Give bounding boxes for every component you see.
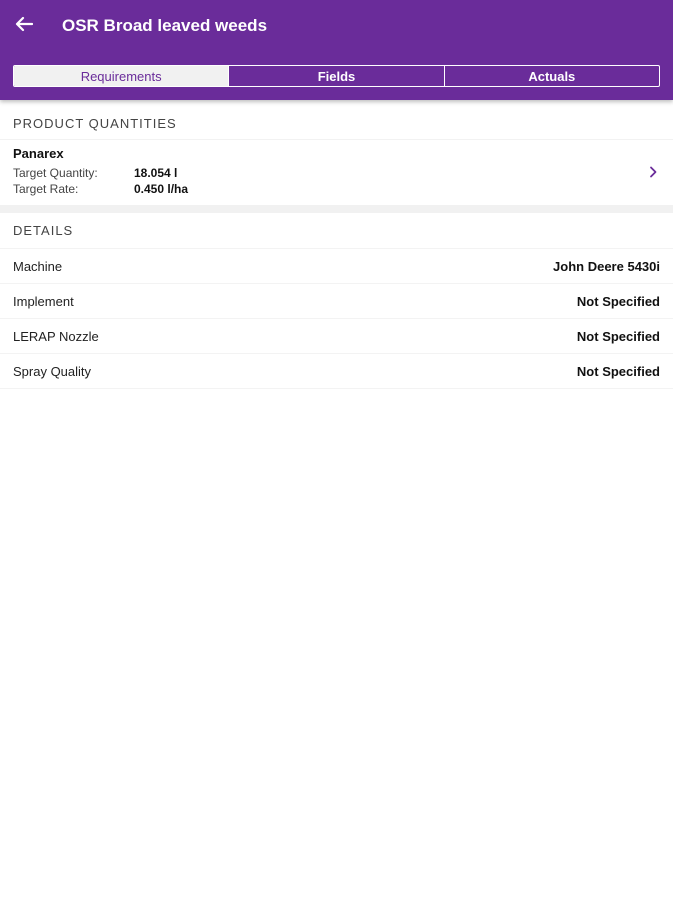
app-screen: OSR Broad leaved weeds Requirements Fiel… [0,0,673,900]
detail-row-spray-quality: Spray Quality Not Specified [0,353,673,389]
back-button[interactable] [0,0,48,52]
chevron-right-icon [646,166,660,178]
detail-value: Not Specified [576,293,660,309]
page-title: OSR Broad leaved weeds [62,16,268,35]
detail-value: Not Specified [576,328,660,344]
detail-value: Not Specified [576,363,660,379]
section-divider [0,205,673,213]
target-rate-value: 0.450 l/ha [134,182,189,196]
target-rate-row: Target Rate: 0.450 l/ha [13,181,646,197]
app-header: OSR Broad leaved weeds Requirements Fiel… [0,0,673,100]
tab-actuals[interactable]: Actuals [443,66,659,86]
detail-label: Spray Quality [13,363,92,379]
detail-label: LERAP Nozzle [13,328,99,344]
product-name: Panarex [13,146,64,161]
detail-label: Implement [13,293,74,309]
detail-row-machine: Machine John Deere 5430i [0,248,673,283]
product-quantities-header: PRODUCT QUANTITIES [13,116,177,131]
details-section: DETAILS Machine John Deere 5430i Impleme… [0,213,673,389]
tab-requirements[interactable]: Requirements [14,66,229,86]
detail-row-lerap-nozzle: LERAP Nozzle Not Specified [0,318,673,353]
target-quantity-value: 18.054 l [134,166,178,180]
details-header: DETAILS [13,223,74,238]
main-content: PRODUCT QUANTITIES Panarex Target Quanti… [0,100,673,389]
product-info: Panarex Target Quantity: 18.054 l Target… [13,146,646,197]
arrow-left-icon [15,16,34,37]
tab-bar: Requirements Fields Actuals [13,65,660,87]
top-bar: OSR Broad leaved weeds [0,0,673,52]
target-quantity-row: Target Quantity: 18.054 l [13,165,646,181]
target-quantity-label: Target Quantity: [13,166,98,180]
detail-label: Machine [13,258,63,274]
detail-value: John Deere 5430i [553,258,660,274]
target-rate-label: Target Rate: [13,182,79,196]
detail-row-implement: Implement Not Specified [0,283,673,318]
product-item[interactable]: Panarex Target Quantity: 18.054 l Target… [0,139,673,205]
tab-fields[interactable]: Fields [228,66,443,86]
